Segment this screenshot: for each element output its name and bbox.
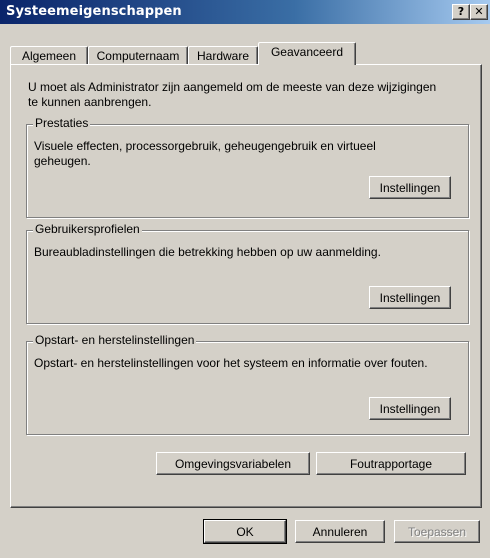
- cancel-button[interactable]: Annuleren: [295, 520, 385, 543]
- user-profiles-group-title: Gebruikersprofielen: [33, 222, 142, 236]
- close-button[interactable]: ✕: [470, 4, 488, 20]
- startup-recovery-group: Opstart- en herstelinstellingen Opstart-…: [26, 333, 469, 435]
- performance-settings-button[interactable]: Instellingen: [369, 176, 451, 199]
- tab-hardware[interactable]: Hardware: [188, 46, 258, 65]
- apply-button[interactable]: Toepassen: [394, 520, 480, 543]
- tab-geavanceerd[interactable]: Geavanceerd: [258, 42, 356, 65]
- startup-recovery-group-title: Opstart- en herstelinstellingen: [33, 333, 197, 347]
- help-button[interactable]: ?: [452, 4, 470, 20]
- user-profiles-group: Gebruikersprofielen Bureaubladinstelling…: [26, 222, 469, 324]
- close-icon: ✕: [474, 5, 484, 18]
- error-reporting-button[interactable]: Foutrapportage: [316, 452, 466, 475]
- user-profiles-description: Bureaubladinstellingen die betrekking he…: [34, 245, 381, 259]
- environment-variables-button[interactable]: Omgevingsvariabelen: [156, 452, 310, 475]
- performance-description: Visuele effecten, processorgebruik, gehe…: [34, 139, 376, 168]
- tab-computernaam[interactable]: Computernaam: [88, 46, 188, 65]
- performance-group: Prestaties Visuele effecten, processorge…: [26, 116, 469, 218]
- ok-button[interactable]: OK: [203, 519, 287, 544]
- user-profiles-settings-button[interactable]: Instellingen: [369, 286, 451, 309]
- title-bar[interactable]: Systeemeigenschappen ? ✕: [0, 0, 490, 24]
- admin-notice: U moet als Administrator zijn aangemeld …: [28, 80, 437, 109]
- performance-group-title: Prestaties: [33, 116, 91, 130]
- startup-recovery-settings-button[interactable]: Instellingen: [369, 397, 451, 420]
- window-title: Systeemeigenschappen: [6, 4, 182, 19]
- help-icon: ?: [457, 5, 465, 18]
- system-properties-dialog: Systeemeigenschappen ? ✕ Algemeen Comput…: [0, 0, 490, 558]
- tab-algemeen[interactable]: Algemeen: [10, 46, 88, 65]
- startup-recovery-description: Opstart- en herstelinstellingen voor het…: [34, 356, 428, 370]
